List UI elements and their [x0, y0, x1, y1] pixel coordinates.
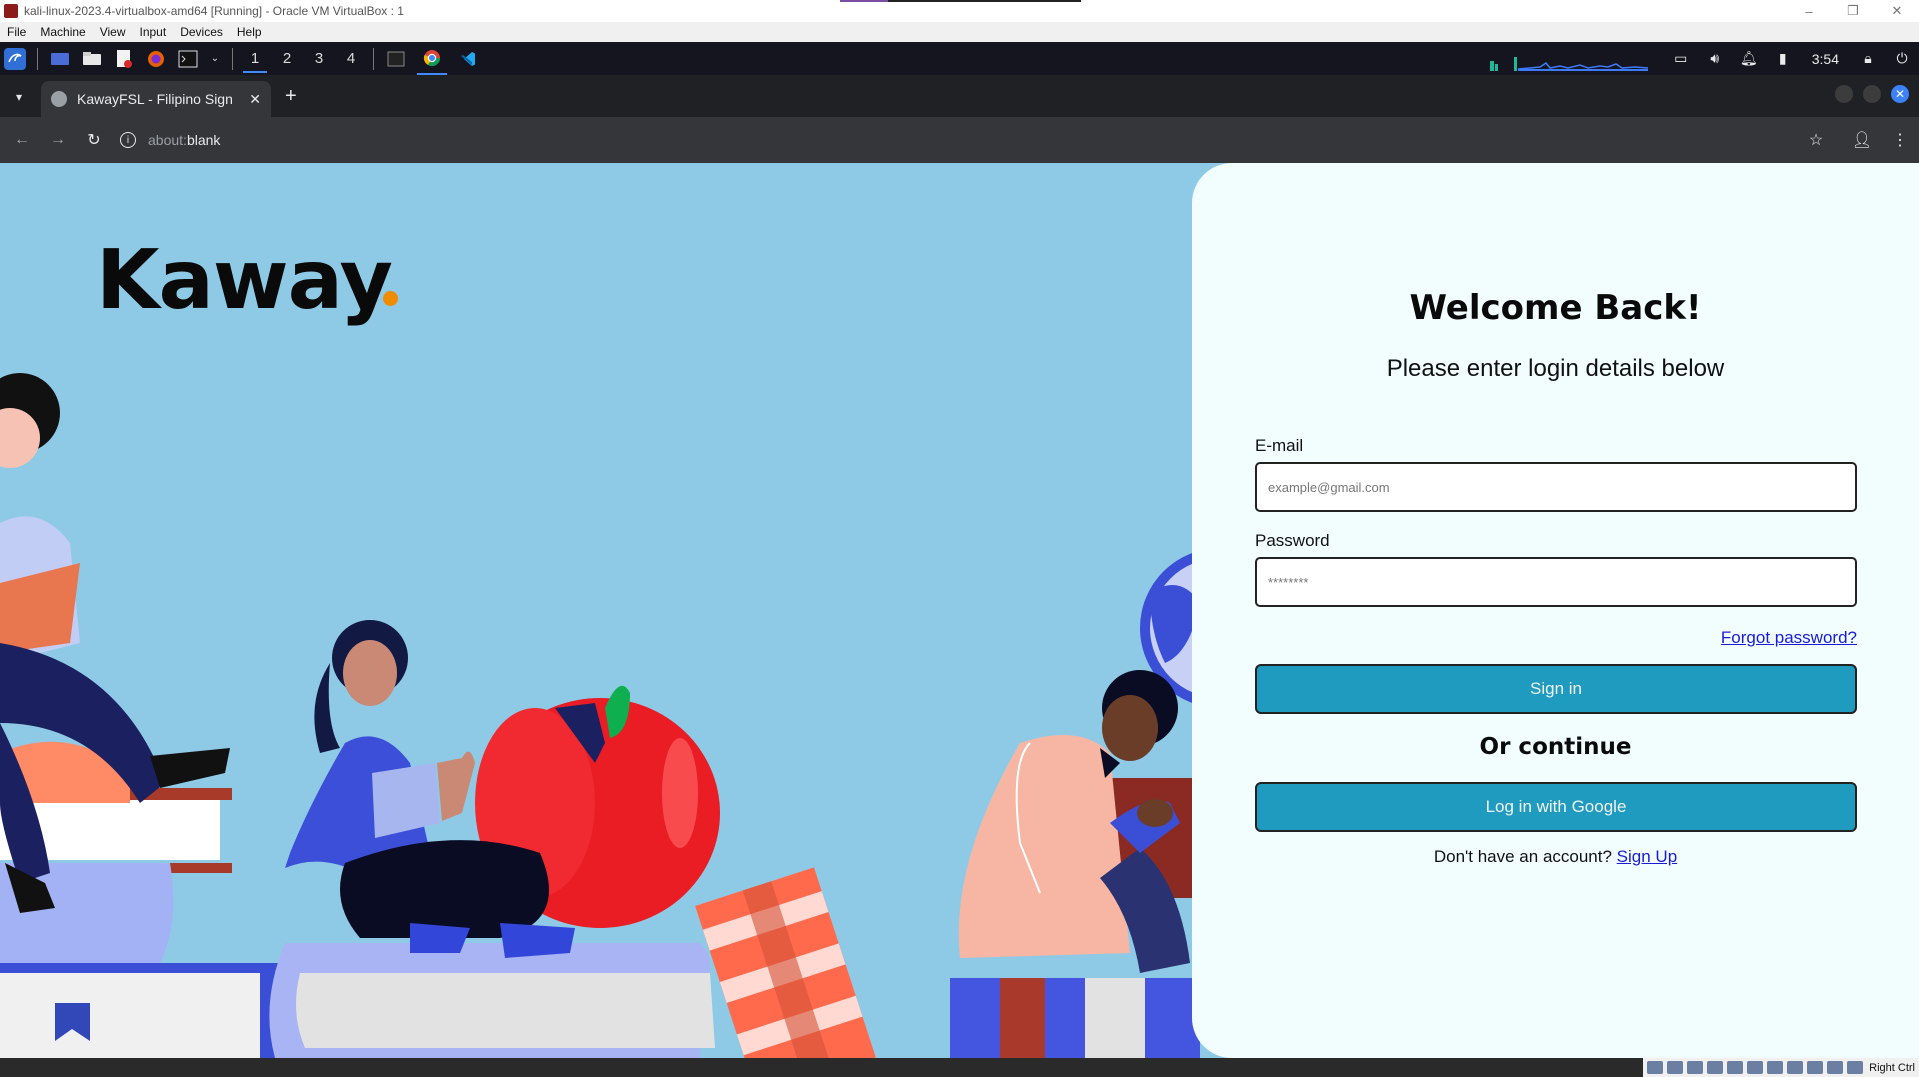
- firefox-icon[interactable]: [145, 48, 167, 70]
- browser-tab[interactable]: KawayFSL - Filipino Sign ✕: [41, 81, 271, 117]
- minimize-button[interactable]: –: [1787, 0, 1831, 22]
- browser-window-controls: ✕: [1835, 85, 1909, 103]
- menu-devices[interactable]: Devices: [173, 25, 230, 39]
- logo-dot: [383, 291, 398, 306]
- taskbar-separator: [373, 47, 374, 70]
- menu-help[interactable]: Help: [230, 25, 269, 39]
- host-key-label: Right Ctrl: [1869, 1061, 1915, 1074]
- omnibox[interactable]: i about: blank: [120, 132, 220, 148]
- display-status-icon[interactable]: [1767, 1061, 1784, 1074]
- workspace-4[interactable]: 4: [335, 42, 367, 75]
- menu-machine[interactable]: Machine: [33, 25, 92, 39]
- taskbar-separator: [232, 47, 233, 70]
- sign-in-button[interactable]: Sign in: [1255, 664, 1857, 714]
- optical-drive-icon[interactable]: [1667, 1061, 1684, 1074]
- desktop-icon[interactable]: [49, 48, 71, 70]
- chevron-down-icon[interactable]: ⌄: [209, 48, 221, 70]
- title-accent: [840, 0, 888, 2]
- cpu-graph: [1489, 56, 1648, 71]
- close-window-button[interactable]: ✕: [1875, 0, 1919, 22]
- address-bar-row: ← → ↻ i about: blank ☆ 👤︎ ⋮: [0, 117, 1919, 163]
- audio-icon[interactable]: [1687, 1061, 1704, 1074]
- url-path: blank: [186, 132, 221, 148]
- file-manager-icon[interactable]: [81, 48, 103, 70]
- close-dot-button[interactable]: ✕: [1891, 85, 1909, 103]
- chrome-icon[interactable]: [417, 42, 447, 75]
- display-icon[interactable]: ▭: [1664, 50, 1698, 67]
- vm-status-icons: Right Ctrl: [1643, 1058, 1919, 1077]
- sign-up-link[interactable]: Sign Up: [1617, 847, 1677, 866]
- recording-icon[interactable]: [1787, 1061, 1804, 1074]
- or-continue-heading: Or continue: [1479, 734, 1632, 760]
- menu-view[interactable]: View: [93, 25, 133, 39]
- mouse-integration-icon[interactable]: [1827, 1061, 1844, 1074]
- no-account-text: Don't have an account?: [1433, 847, 1617, 866]
- taskbar: ⌄ 1 2 3 4 ▭ 🔊︎ 🔔︎ ▮ 3:54 🔒︎ ⏻: [0, 42, 1919, 75]
- kebab-menu-icon[interactable]: ⋮: [1881, 130, 1919, 150]
- virtualbox-icon: [4, 4, 18, 18]
- battery-icon[interactable]: ▮: [1766, 50, 1800, 67]
- password-label: Password: [1255, 531, 1330, 550]
- hard-disk-icon[interactable]: [1647, 1061, 1664, 1074]
- close-tab-icon[interactable]: ✕: [249, 91, 261, 108]
- kali-menu-icon[interactable]: [4, 47, 26, 70]
- forgot-password-link[interactable]: Forgot password?: [1721, 628, 1857, 648]
- text-editor-icon[interactable]: [113, 48, 135, 70]
- profile-icon[interactable]: 👤︎: [1843, 130, 1881, 150]
- kaway-logo: Kaway: [96, 233, 393, 328]
- menu-file[interactable]: File: [0, 25, 33, 39]
- bookmark-star-icon[interactable]: ☆: [1797, 130, 1835, 150]
- vscode-icon[interactable]: [457, 48, 479, 70]
- system-tray: ▭ 🔊︎ 🔔︎ ▮ 3:54 🔒︎ ⏻: [1489, 42, 1919, 75]
- restore-button[interactable]: ❐: [1831, 0, 1875, 22]
- new-tab-button[interactable]: +: [285, 85, 297, 108]
- email-label: E-mail: [1255, 436, 1304, 455]
- tab-title: KawayFSL - Filipino Sign: [77, 91, 233, 107]
- globe-icon: [51, 91, 67, 107]
- forward-arrow-icon[interactable]: →: [40, 131, 76, 149]
- password-field[interactable]: ********: [1255, 557, 1857, 607]
- welcome-heading: Welcome Back!: [1409, 288, 1702, 328]
- vm-window-title: kali-linux-2023.4-virtualbox-amd64 [Runn…: [24, 4, 404, 18]
- terminal-task-icon[interactable]: [385, 48, 407, 70]
- signup-prompt: Don't have an account? Sign Up: [1192, 847, 1919, 867]
- power-icon[interactable]: ⏻: [1885, 50, 1919, 67]
- terminal-icon[interactable]: [177, 48, 199, 70]
- notification-bell-icon[interactable]: 🔔︎: [1732, 50, 1766, 67]
- back-arrow-icon[interactable]: ←: [4, 131, 40, 149]
- workspace-2[interactable]: 2: [271, 42, 303, 75]
- network-icon[interactable]: [1707, 1061, 1724, 1074]
- lock-icon[interactable]: 🔒︎: [1851, 50, 1885, 67]
- browser-toolbar-right: ☆ 👤︎ ⋮: [1797, 117, 1919, 163]
- vm-title-bar: kali-linux-2023.4-virtualbox-amd64 [Runn…: [0, 0, 1919, 22]
- usb-icon[interactable]: [1727, 1061, 1744, 1074]
- tab-search-chevron-icon[interactable]: ▾: [10, 88, 28, 106]
- minimize-dot-button[interactable]: [1835, 85, 1853, 103]
- url-scheme: about:: [148, 132, 187, 148]
- keyboard-icon[interactable]: [1847, 1061, 1864, 1074]
- maximize-dot-button[interactable]: [1863, 85, 1881, 103]
- workspace-3[interactable]: 3: [303, 42, 335, 75]
- taskbar-separator: [37, 47, 38, 70]
- login-subtitle: Please enter login details below: [1386, 355, 1725, 382]
- cpu-icon[interactable]: [1807, 1061, 1824, 1074]
- shared-folder-icon[interactable]: [1747, 1061, 1764, 1074]
- menu-input[interactable]: Input: [133, 25, 174, 39]
- reload-icon[interactable]: ↻: [76, 130, 112, 150]
- vm-menu-bar: File Machine View Input Devices Help: [0, 22, 1919, 42]
- email-field[interactable]: example@gmail.com: [1255, 462, 1857, 512]
- login-panel: Welcome Back! Please enter login details…: [1192, 163, 1919, 1058]
- google-login-button[interactable]: Log in with Google: [1255, 782, 1857, 832]
- title-accent-dark: [888, 0, 1081, 2]
- volume-icon[interactable]: 🔊︎: [1698, 50, 1732, 67]
- clock[interactable]: 3:54: [1812, 51, 1839, 67]
- browser-tab-strip: KawayFSL - Filipino Sign ✕ +: [0, 75, 1919, 117]
- vm-status-bar: [0, 1058, 1919, 1077]
- info-icon[interactable]: i: [120, 132, 136, 148]
- workspace-1[interactable]: 1: [239, 42, 271, 75]
- page-content: Kaway Welcome Back! Please enter login d…: [0, 163, 1919, 1058]
